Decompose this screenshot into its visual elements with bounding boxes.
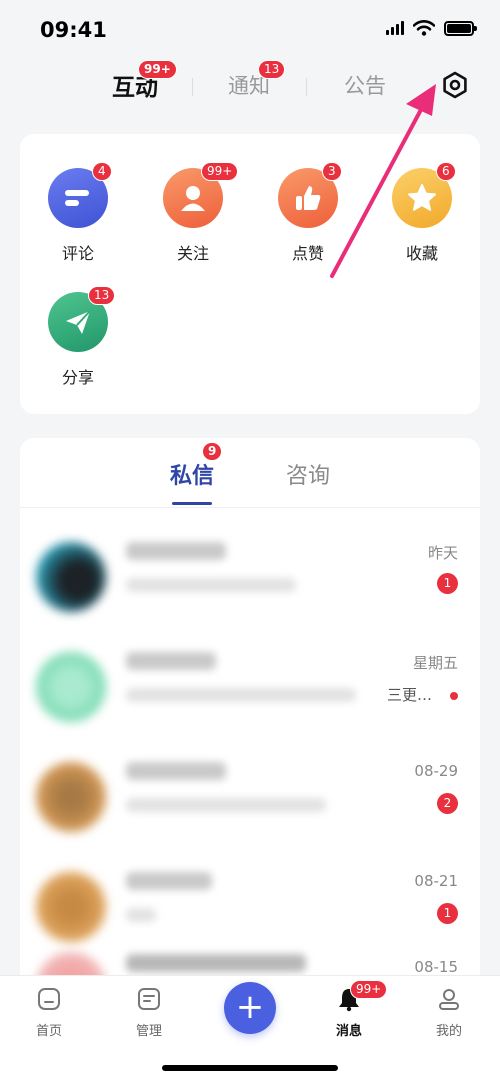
unread-dot xyxy=(450,692,458,700)
row-time: 星期五 xyxy=(412,654,458,672)
tab-consultations[interactable]: 咨询 xyxy=(286,458,330,490)
tab-announcements[interactable]: 公告 xyxy=(344,70,386,100)
contact-name-blurred xyxy=(126,652,216,670)
messages-screen: 09:41 互动 99+ 通知 13 公告 4 评论 99+ 关注 3 点赞 6… xyxy=(0,0,500,1083)
status-icons xyxy=(386,20,477,36)
comment-icon: 4 xyxy=(48,162,112,228)
row-time: 08-15 xyxy=(414,958,458,976)
favorite-label: 收藏 xyxy=(405,244,438,263)
nav-manage[interactable]: 管理 xyxy=(114,986,184,1039)
contact-name-blurred xyxy=(126,954,306,972)
tab-divider xyxy=(306,78,307,96)
plus-icon: + xyxy=(235,987,265,1027)
conversation-row[interactable]: 昨天 1 xyxy=(20,518,480,626)
unread-badge: 2 xyxy=(437,793,458,814)
favorite-badge: 6 xyxy=(436,162,456,181)
tab-interaction[interactable]: 互动 99+ xyxy=(112,60,177,102)
battery-icon xyxy=(444,20,477,36)
status-bar: 09:41 xyxy=(0,0,500,60)
profile-icon xyxy=(439,989,459,1010)
tab-private-messages-label: 私信 xyxy=(170,464,215,489)
interaction-like[interactable]: 3 点赞 xyxy=(258,162,358,264)
manage-icon xyxy=(138,988,160,1010)
row-time: 08-29 xyxy=(414,762,458,780)
nav-profile-label: 我的 xyxy=(435,1024,462,1039)
avatar xyxy=(36,542,106,612)
message-tabs: 私信 9 咨询 xyxy=(20,438,480,508)
settings-icon xyxy=(443,71,467,99)
share-label: 分享 xyxy=(61,368,94,387)
contact-name-blurred xyxy=(126,762,226,780)
interaction-comment[interactable]: 4 评论 xyxy=(28,162,128,264)
row-time: 08-21 xyxy=(414,872,458,890)
status-time: 09:41 xyxy=(40,18,107,42)
messages-nav-badge: 99+ xyxy=(350,980,388,999)
paper-plane-icon: 13 xyxy=(48,286,116,352)
create-button[interactable]: + xyxy=(224,982,276,1034)
row-time: 昨天 xyxy=(427,544,458,562)
interaction-favorite[interactable]: 6 收藏 xyxy=(372,162,472,264)
wifi-icon xyxy=(413,20,435,36)
star-icon: 6 xyxy=(392,162,456,228)
contact-name-blurred xyxy=(126,872,212,890)
message-preview-blurred xyxy=(126,798,326,812)
tab-announcements-label: 公告 xyxy=(344,74,386,98)
top-tabs: 互动 99+ 通知 13 公告 xyxy=(0,58,500,114)
unread-badge: 1 xyxy=(437,573,458,594)
home-icon xyxy=(38,988,60,1010)
contact-name-blurred xyxy=(126,542,226,560)
message-preview-blurred xyxy=(126,578,296,592)
nav-profile[interactable]: 我的 xyxy=(414,986,484,1039)
comment-badge: 4 xyxy=(92,162,112,181)
settings-button[interactable] xyxy=(440,70,470,100)
nav-home-label: 首页 xyxy=(35,1024,62,1039)
signal-icon xyxy=(386,21,404,35)
comment-label: 评论 xyxy=(61,244,94,263)
like-badge: 3 xyxy=(322,162,342,181)
tab-underline xyxy=(172,502,212,505)
conversation-row[interactable]: 08-29 2 xyxy=(20,738,480,846)
avatar xyxy=(36,652,106,722)
like-label: 点赞 xyxy=(291,244,324,263)
avatar xyxy=(36,762,106,832)
person-icon: 99+ xyxy=(163,162,239,228)
nav-messages[interactable]: 99+ 消息 xyxy=(314,980,388,1039)
message-preview-blurred xyxy=(126,688,356,702)
nav-home[interactable]: 首页 xyxy=(14,986,84,1039)
tab-notifications-badge: 13 xyxy=(258,60,286,79)
tab-interaction-badge: 99+ xyxy=(138,60,177,79)
home-indicator xyxy=(162,1065,338,1071)
follow-label: 关注 xyxy=(176,244,209,263)
message-snippet: 三更… xyxy=(386,686,432,704)
follow-badge: 99+ xyxy=(201,162,239,181)
interaction-follow[interactable]: 99+ 关注 xyxy=(143,162,243,264)
tab-divider xyxy=(192,78,193,96)
unread-badge: 1 xyxy=(437,903,458,924)
message-preview-blurred xyxy=(126,908,156,922)
private-messages-badge: 9 xyxy=(202,442,223,461)
avatar xyxy=(36,872,106,942)
messages-card: 私信 9 咨询 昨天 1 星期五 三更… 08-29 2 08-21 1 08-… xyxy=(20,438,480,1022)
tab-private-messages[interactable]: 私信 9 xyxy=(170,442,223,490)
interaction-share[interactable]: 13 分享 xyxy=(28,286,128,388)
share-badge: 13 xyxy=(88,286,116,305)
interaction-card: 4 评论 99+ 关注 3 点赞 6 收藏 13 分享 xyxy=(20,134,480,414)
nav-manage-label: 管理 xyxy=(135,1024,162,1039)
nav-messages-label: 消息 xyxy=(335,1024,362,1039)
tab-notifications[interactable]: 通知 13 xyxy=(228,60,286,100)
thumbs-up-icon: 3 xyxy=(278,162,342,228)
tab-consultations-label: 咨询 xyxy=(286,464,331,489)
conversation-row[interactable]: 星期五 三更… xyxy=(20,628,480,736)
